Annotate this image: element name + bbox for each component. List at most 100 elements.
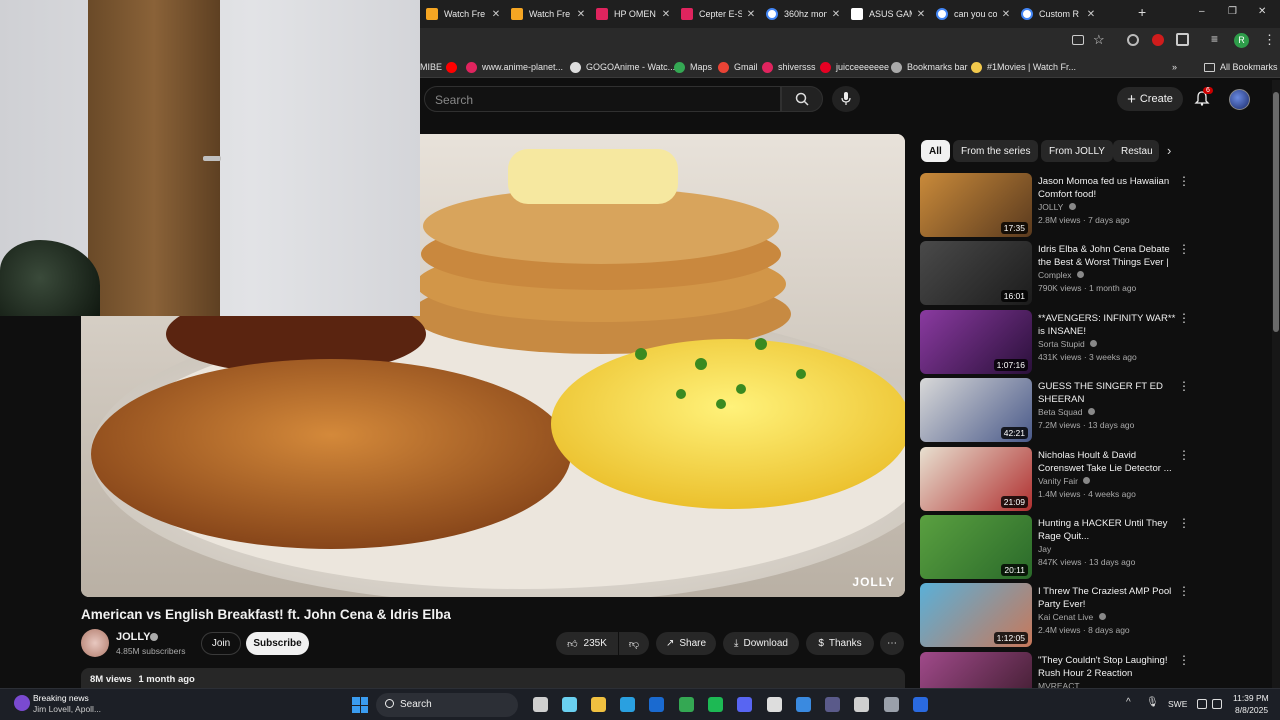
video-thumbnail[interactable]: 21:09	[920, 446, 1032, 511]
tab-close-icon[interactable]: ✕	[1086, 9, 1096, 20]
recommended-video[interactable]: 16:01 Idris Elba & John Cena Debate the B…	[920, 241, 1190, 306]
bookmark-item[interactable]: #1Movies | Watch Fr...	[971, 59, 1076, 75]
news-widget[interactable]: Breaking news Jim Lovell, Apoll...	[10, 693, 120, 717]
recommended-video[interactable]: 20:11 Hunting a HACKER Until They Rage Qu…	[920, 515, 1190, 579]
notifications-button[interactable]: 6	[1194, 87, 1213, 108]
video-thumbnail[interactable]: 17:35	[920, 173, 1032, 237]
download-button[interactable]: ⤓ Download	[723, 632, 799, 655]
video-thumbnail[interactable]: 42:21	[920, 378, 1032, 443]
recommended-video[interactable]: "They Couldn't Stop Laughing! Rush Hour …	[920, 651, 1190, 688]
more-options-icon[interactable]: ⋮	[1178, 312, 1190, 324]
bookmark-item[interactable]: GOGOAnime - Watc...	[570, 59, 675, 75]
recommended-video-title[interactable]: GUESS THE SINGER FT ED SHEERAN	[1038, 380, 1176, 406]
bookmarks-overflow-icon[interactable]: »	[1172, 59, 1177, 75]
filter-chip[interactable]: All	[921, 140, 950, 162]
recommended-video-title[interactable]: Nicholas Hoult & David Corenswet Take Li…	[1038, 449, 1176, 475]
description-box[interactable]: 8M views 1 month ago	[81, 668, 905, 690]
browser-tab[interactable]: can you co ✕	[930, 4, 1011, 24]
recommended-video-title[interactable]: Hunting a HACKER Until They Rage Quit...	[1038, 517, 1176, 543]
puzzle-icon[interactable]	[1176, 33, 1189, 46]
recommended-channel[interactable]: Kai Cenat Live	[1038, 612, 1106, 622]
recommended-video[interactable]: 21:09 Nicholas Hoult & David Corenswet Ta…	[920, 446, 1190, 511]
dislike-button[interactable]: 👎︎	[619, 632, 649, 655]
tab-close-icon[interactable]: ✕	[831, 9, 841, 20]
taskbar-search[interactable]: Search	[376, 693, 518, 717]
volume-icon[interactable]	[1212, 699, 1222, 709]
recommended-channel[interactable]: MVREACT	[1038, 681, 1080, 688]
bookmark-item[interactable]: www.anime-planet...	[466, 59, 563, 75]
browser-tab[interactable]: HP OMEN ✕	[590, 4, 671, 24]
recommended-channel[interactable]: Jay	[1038, 544, 1051, 554]
network-icon[interactable]	[1197, 699, 1207, 709]
page-scrollbar[interactable]	[1272, 80, 1280, 688]
epic-games-icon[interactable]	[767, 697, 782, 712]
bookmark-item[interactable]: shiversss	[762, 59, 816, 75]
copilot-icon[interactable]	[562, 697, 577, 712]
active-app-icon[interactable]	[913, 697, 928, 712]
recommended-channel[interactable]: Beta Squad	[1038, 407, 1095, 417]
filter-chip[interactable]: Restau	[1113, 140, 1159, 162]
media-icon[interactable]: ≡	[1211, 32, 1218, 46]
recommended-video-title[interactable]: I Threw The Craziest AMP Pool Party Ever…	[1038, 585, 1176, 611]
more-options-icon[interactable]: ⋮	[1178, 175, 1190, 187]
more-actions-button[interactable]: ⋯	[880, 632, 904, 655]
voice-search-button[interactable]	[832, 86, 860, 112]
browser-menu-icon[interactable]: ⋮	[1263, 32, 1276, 48]
discord-icon[interactable]	[737, 697, 752, 712]
bookmark-item[interactable]: Bookmarks bar	[891, 59, 968, 75]
channel-name[interactable]: JOLLY	[116, 631, 150, 643]
task-view-icon[interactable]	[533, 697, 548, 712]
recommended-channel[interactable]: Complex	[1038, 270, 1084, 280]
create-button[interactable]: + Create	[1117, 87, 1183, 111]
video-thumbnail[interactable]	[920, 651, 1032, 688]
browser-tab[interactable]: Watch Fre ✕	[420, 4, 501, 24]
browser-tab[interactable]: Custom R ✕	[1015, 4, 1096, 24]
more-options-icon[interactable]: ⋮	[1178, 380, 1190, 392]
browser-tab[interactable]: Cepter E-S ✕	[675, 4, 756, 24]
video-thumbnail[interactable]: 1:12:05	[920, 583, 1032, 648]
outlook-icon[interactable]	[649, 697, 664, 712]
photos-icon[interactable]	[796, 697, 811, 712]
video-thumbnail[interactable]: 1:07:16	[920, 309, 1032, 374]
profile-avatar[interactable]: R	[1234, 33, 1249, 48]
recommended-video-title[interactable]: "They Couldn't Stop Laughing! Rush Hour …	[1038, 654, 1176, 681]
new-tab-button[interactable]: +	[1138, 4, 1146, 20]
tab-close-icon[interactable]: ✕	[576, 9, 586, 20]
recommended-video[interactable]: 1:12:05 I Threw The Craziest AMP Pool Par…	[920, 583, 1190, 648]
cast-icon[interactable]	[1072, 35, 1084, 45]
account-avatar[interactable]	[1229, 89, 1250, 110]
restore-button[interactable]: ❐	[1228, 6, 1237, 17]
chrome-icon[interactable]	[679, 697, 694, 712]
search-button[interactable]	[781, 86, 823, 112]
bookmark-star-icon[interactable]: ☆	[1093, 32, 1105, 48]
join-button[interactable]: Join	[201, 632, 241, 655]
filter-chip[interactable]: From the series	[953, 140, 1039, 162]
edge-icon[interactable]	[620, 697, 635, 712]
tab-close-icon[interactable]: ✕	[491, 9, 501, 20]
like-button[interactable]: 👍︎ 235K	[556, 632, 618, 655]
all-bookmarks-button[interactable]: All Bookmarks	[1204, 59, 1278, 75]
more-options-icon[interactable]: ⋮	[1178, 585, 1190, 597]
spotify-icon[interactable]	[708, 697, 723, 712]
browser-tab[interactable]: 360hz mon ✕	[760, 4, 841, 24]
davinci-icon[interactable]	[825, 697, 840, 712]
search-input[interactable]: Search	[424, 86, 781, 112]
minimize-button[interactable]: –	[1199, 6, 1205, 17]
channel-avatar[interactable]	[81, 629, 109, 657]
extension-icon[interactable]	[1127, 34, 1139, 46]
clock-time[interactable]: 11:39 PM	[1233, 693, 1269, 703]
tab-close-icon[interactable]: ✕	[916, 9, 926, 20]
tab-close-icon[interactable]: ✕	[746, 9, 756, 20]
recommended-channel[interactable]: Vanity Fair	[1038, 476, 1091, 486]
bookmark-item[interactable]	[446, 59, 462, 75]
recommended-channel[interactable]: Sorta Stupid	[1038, 339, 1098, 349]
browser-tab[interactable]: ASUS GAM ✕	[845, 4, 926, 24]
thanks-button[interactable]: $ Thanks	[806, 632, 874, 655]
start-button[interactable]	[352, 697, 368, 713]
recommended-video[interactable]: 42:21 GUESS THE SINGER FT ED SHEERAN Beta …	[920, 378, 1190, 443]
microphone-icon[interactable]: 🎙︎	[1146, 697, 1159, 708]
recommended-video-title[interactable]: Jason Momoa fed us Hawaiian Comfort food…	[1038, 175, 1176, 201]
browser-tab[interactable]: Watch Fre ✕	[505, 4, 586, 24]
recommended-video-title[interactable]: Idris Elba & John Cena Debate the Best &…	[1038, 243, 1176, 270]
recommended-video-title[interactable]: **AVENGERS: INFINITY WAR** is INSANE!	[1038, 312, 1176, 338]
